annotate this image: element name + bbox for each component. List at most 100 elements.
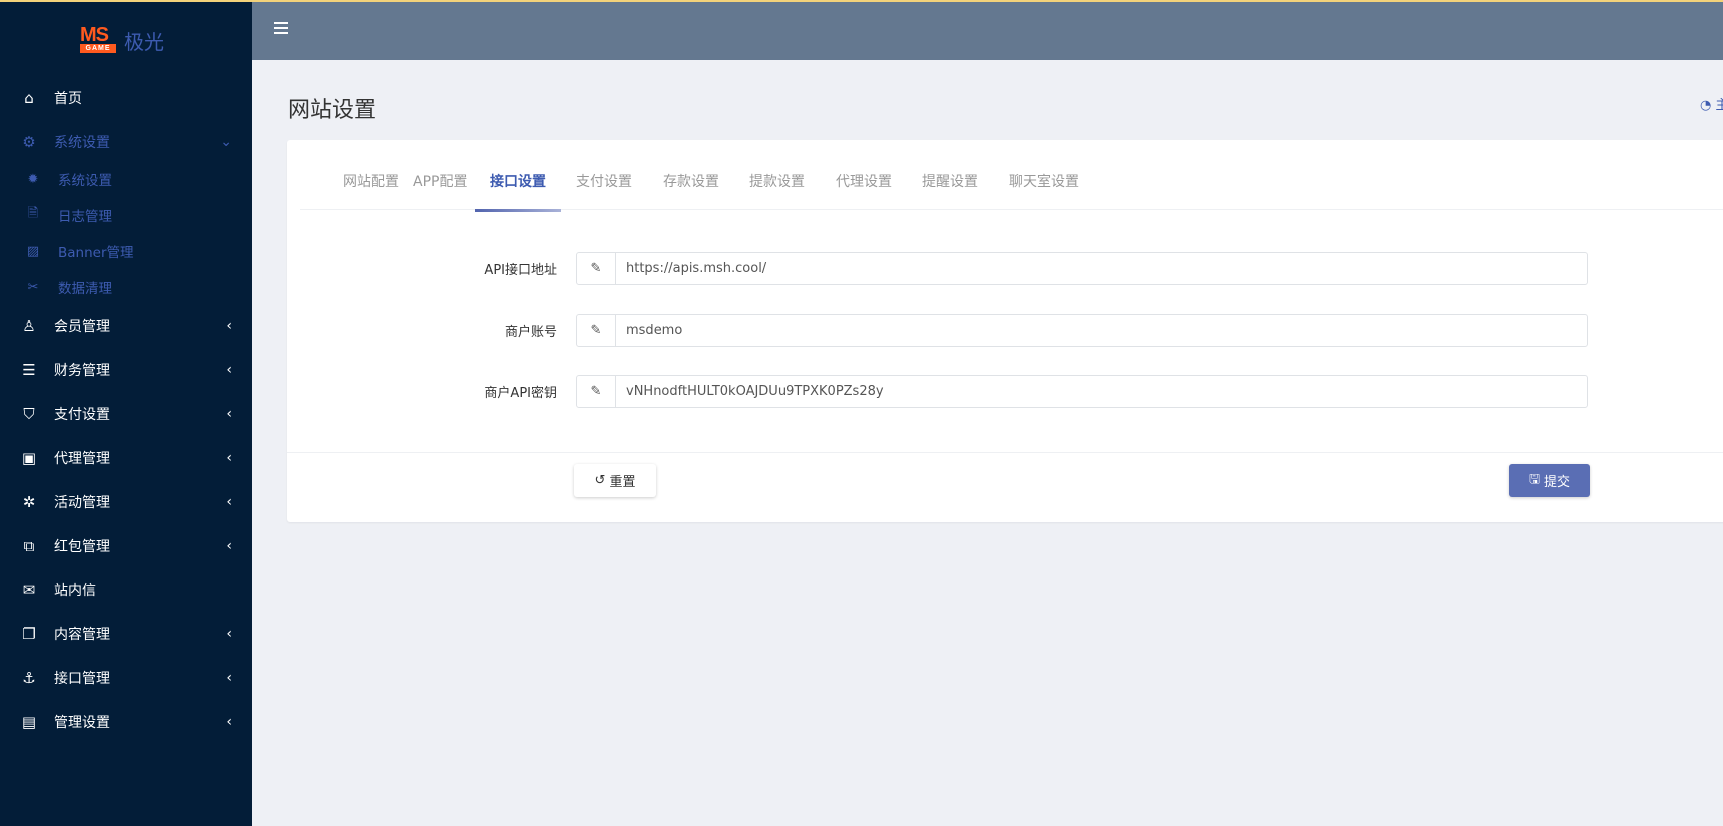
yelp-icon: ✲ (22, 493, 36, 511)
page-title: 网站设置 (288, 98, 377, 123)
logo[interactable]: MS GAME 极光 (80, 24, 164, 55)
form-row: API接口地址 ✎ https://apis.msh.cool/ (287, 252, 1723, 286)
form-row: 商户账号 ✎ msdemo (287, 314, 1723, 348)
sidebar-item[interactable]: ⧉ 红包管理 ‹ (0, 528, 252, 564)
pencil-icon: ✎ (577, 376, 616, 407)
scissors-icon: ✂ (27, 279, 39, 295)
tab[interactable]: 提款设置 (749, 171, 805, 210)
sidebar-item-label: 站内信 (54, 583, 96, 599)
tab[interactable]: 代理设置 (836, 171, 892, 210)
input-group: ✎ vNHnodftHULT0kOAJDUu9TPXK0PZs28y (576, 375, 1588, 408)
sidebar-item[interactable]: ❐ 内容管理 ‹ (0, 616, 252, 652)
chevron-left-icon: ‹ (226, 406, 232, 422)
sidebar-item-label: 接口管理 (54, 671, 110, 687)
chevron-left-icon: ‹ (226, 362, 232, 378)
top-header (252, 0, 1723, 60)
sidebar-item[interactable]: ⚙ 系统设置 ⌄ (0, 124, 252, 160)
sidebar-item[interactable]: ☰ 财务管理 ‹ (0, 352, 252, 388)
anchor-icon: ⚓ (22, 669, 36, 687)
bookmark-icon: ⛉ (23, 405, 35, 423)
breadcrumb-home[interactable]: 主页 (1715, 98, 1723, 113)
id-card-icon: ▤ (21, 713, 37, 731)
sidebar-subitem-label: 系统设置 (58, 173, 112, 189)
sidebar-item-label: 支付设置 (54, 407, 110, 423)
sidebar-item[interactable]: ⌂ 首页 (0, 80, 252, 116)
menu-toggle-icon[interactable] (274, 22, 288, 34)
sidebar-subitem[interactable]: ✂ 数据清理 (0, 271, 252, 303)
sidebar-subitem[interactable]: ▨ Banner管理 (0, 235, 252, 267)
sidebar: MS GAME 极光 ⌂ 首页 ⚙ 系统设置 ⌄ ✹ 系统设置 🗎 日志管理 ▨ Banner管理 ✂ 数… (0, 0, 252, 826)
sidebar-item[interactable]: ▣ 代理管理 ‹ (0, 440, 252, 476)
input-group: ✎ msdemo (576, 314, 1588, 347)
field-input[interactable]: msdemo (616, 315, 1587, 346)
submit-button[interactable]: 🖫 提交 (1509, 464, 1590, 497)
sidebar-item-label: 会员管理 (54, 319, 110, 335)
tab[interactable]: 提醒设置 (922, 171, 978, 210)
undo-icon: ↺ (594, 473, 606, 488)
envelope-icon: ✉ (22, 581, 36, 599)
tab[interactable]: 网站配置 (343, 171, 399, 210)
sidebar-item[interactable]: ⛉ 支付设置 ‹ (0, 396, 252, 432)
sidebar-item-label: 活动管理 (54, 495, 110, 511)
gears-icon: ⚙ (22, 133, 36, 151)
chevron-left-icon: ‹ (226, 450, 232, 466)
logo-mark: MS GAME (80, 24, 118, 55)
field-label: 商户API密钥 (484, 386, 557, 401)
reset-label: 重置 (609, 475, 636, 490)
field-label: 商户账号 (504, 325, 557, 340)
sidebar-item[interactable]: ♙ 会员管理 ‹ (0, 308, 252, 344)
input-group: ✎ https://apis.msh.cool/ (576, 252, 1588, 285)
field-input[interactable]: https://apis.msh.cool/ (616, 253, 1587, 284)
image-icon: ▨ (26, 243, 40, 259)
sidebar-item[interactable]: ✉ 站内信 (0, 572, 252, 608)
tab[interactable]: 接口设置 (475, 171, 561, 212)
contact-book-icon: ▣ (21, 449, 37, 467)
sidebar-item-label: 内容管理 (54, 627, 110, 643)
settings-card: 网站配置 APP配置 接口设置 支付设置 存款设置 提款设置 代理设置 提醒设置 聊天室设置 A… (287, 140, 1723, 522)
field-label: API接口地址 (484, 263, 557, 278)
tab[interactable]: APP配置 (413, 171, 467, 210)
divider (287, 452, 1723, 453)
logo-sub-text: GAME (80, 43, 116, 53)
sidebar-item-label: 系统设置 (54, 135, 110, 151)
file-icon: 🗎 (27, 206, 39, 221)
sidebar-item[interactable]: ✲ 活动管理 ‹ (0, 484, 252, 520)
copy-icon: ❐ (22, 625, 36, 643)
form-row: 商户API密钥 ✎ vNHnodftHULT0kOAJDUu9TPXK0PZs28y (287, 375, 1723, 409)
breadcrumb[interactable]: ◔ 主页 (1700, 94, 1723, 113)
save-icon: 🖫 (1528, 471, 1541, 487)
submit-label: 提交 (1544, 475, 1571, 490)
sidebar-item-label: 财务管理 (54, 363, 110, 379)
sidebar-subitem-label: Banner管理 (58, 245, 134, 261)
dashboard-icon: ◔ (1700, 98, 1712, 113)
tab[interactable]: 存款设置 (663, 171, 719, 210)
pencil-icon: ✎ (577, 315, 616, 346)
chevron-left-icon: ‹ (226, 626, 232, 642)
user-icon: ♙ (22, 317, 36, 335)
sidebar-item[interactable]: ⚓ 接口管理 ‹ (0, 660, 252, 696)
sidebar-subitem[interactable]: ✹ 系统设置 (0, 163, 252, 195)
sidebar-item-label: 首页 (54, 91, 82, 107)
chevron-left-icon: ‹ (226, 318, 232, 334)
sidebar-item[interactable]: ▤ 管理设置 ‹ (0, 704, 252, 740)
sidebar-item-label: 红包管理 (54, 539, 110, 555)
chevron-down-icon: ⌄ (220, 134, 232, 150)
gear-icon: ✹ (27, 171, 39, 187)
sidebar-subitem-label: 数据清理 (58, 281, 112, 297)
database-icon: ☰ (22, 361, 36, 379)
pencil-icon: ✎ (577, 253, 616, 284)
sidebar-item-label: 管理设置 (54, 715, 110, 731)
sidebar-item-label: 代理管理 (54, 451, 110, 467)
brand-name: 极光 (124, 30, 164, 54)
sidebar-subitem[interactable]: 🗎 日志管理 (0, 199, 252, 231)
sidebar-subitem-label: 日志管理 (58, 209, 112, 225)
home-icon: ⌂ (24, 89, 34, 107)
tab-bar: 网站配置 APP配置 接口设置 支付设置 存款设置 提款设置 代理设置 提醒设置 聊天室设置 (300, 140, 1723, 212)
field-input[interactable]: vNHnodftHULT0kOAJDUu9TPXK0PZs28y (616, 376, 1587, 407)
tab[interactable]: 聊天室设置 (1009, 171, 1079, 210)
reset-button[interactable]: ↺ 重置 (574, 464, 656, 497)
chevron-left-icon: ‹ (226, 670, 232, 686)
tab[interactable]: 支付设置 (576, 171, 632, 210)
clone-icon: ⧉ (23, 537, 35, 555)
chevron-left-icon: ‹ (226, 714, 232, 730)
